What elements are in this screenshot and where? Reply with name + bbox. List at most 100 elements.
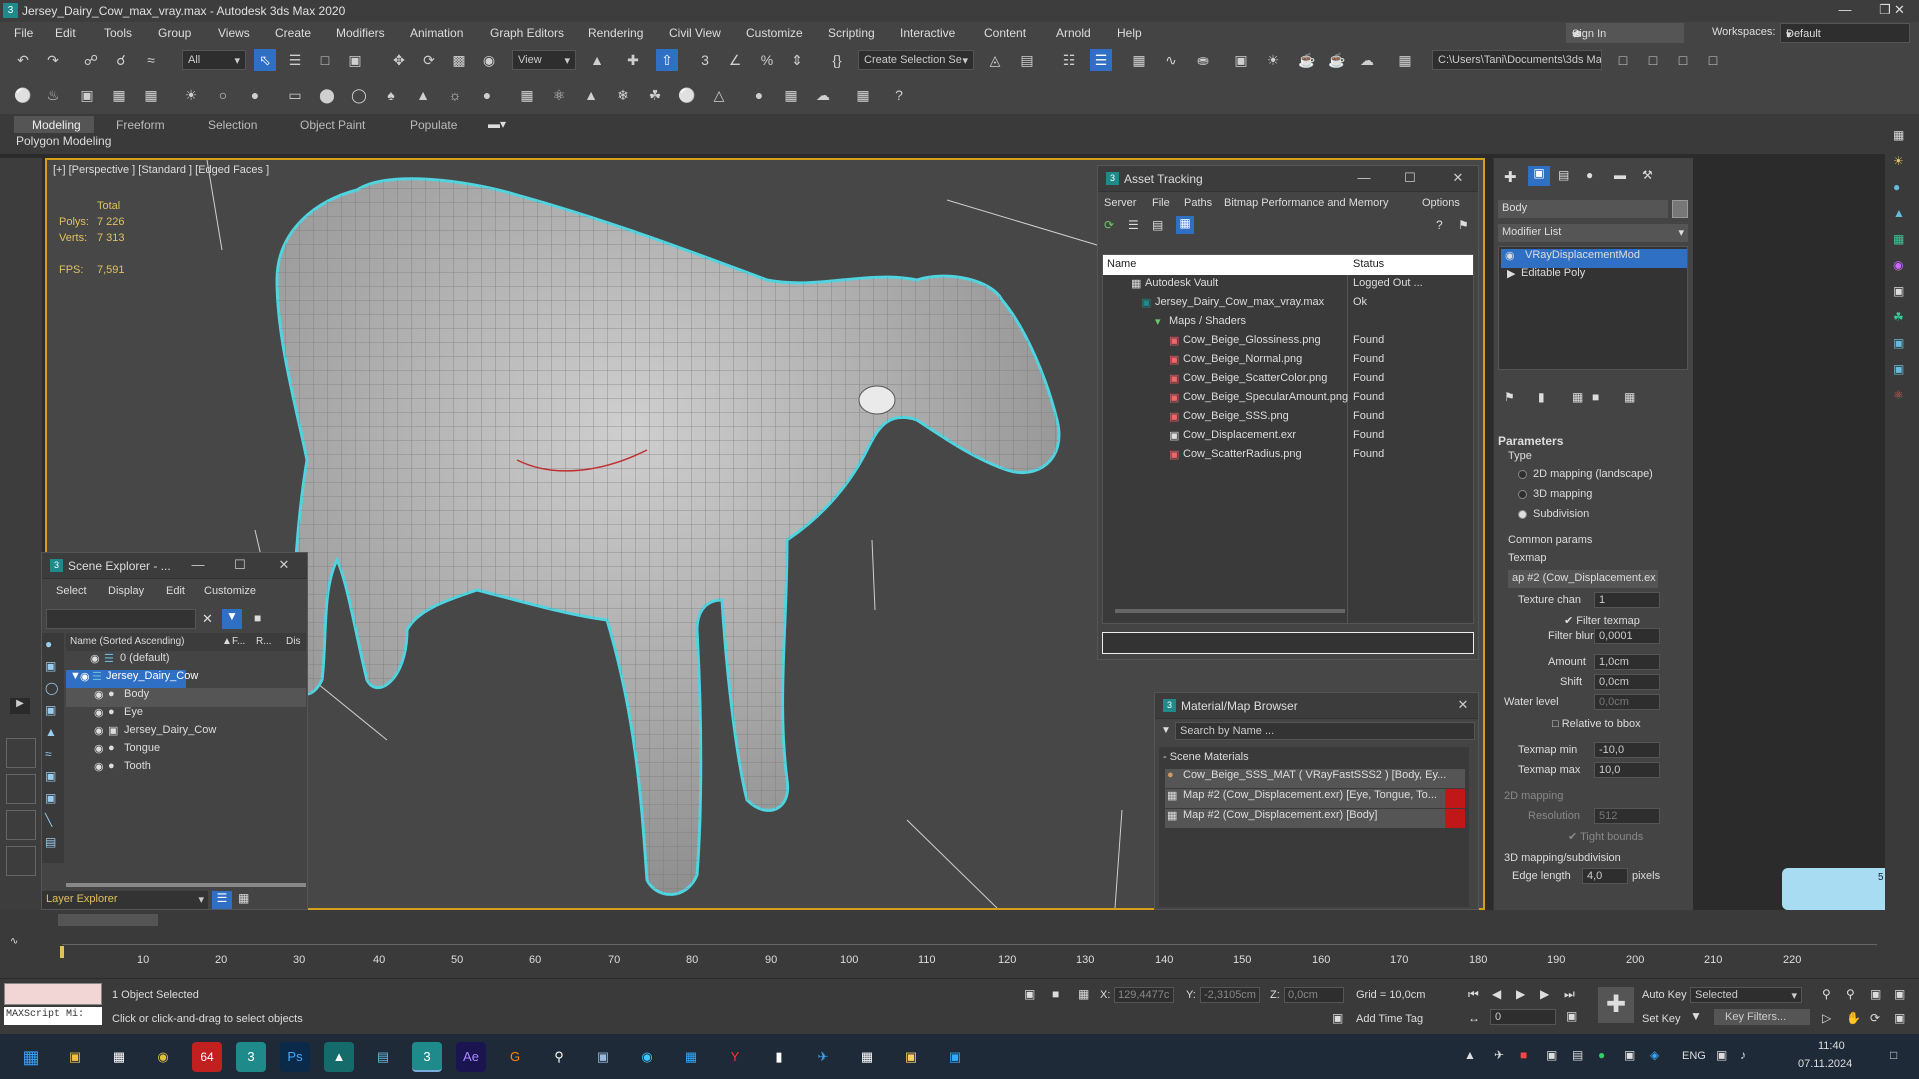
browser-options-icon[interactable]: ▼ bbox=[1161, 725, 1171, 736]
filter-blur-spinner[interactable]: 0,0001 bbox=[1594, 628, 1660, 644]
isolate-icon[interactable]: ▣ bbox=[1024, 987, 1035, 1001]
bug-icon[interactable]: ⚛ bbox=[1893, 388, 1904, 402]
timeline[interactable]: ∿ 10 20 30 40 50 60 70 80 90 100 110 120… bbox=[0, 910, 1919, 980]
asset-row[interactable]: ▣ Cow_Beige_Normal.png Found bbox=[1103, 353, 1473, 372]
texmap-max-spinner[interactable]: 10,0 bbox=[1594, 762, 1660, 778]
close-icon[interactable]: ✕ bbox=[1451, 697, 1475, 713]
ribbon-options-icon[interactable]: ▬▾ bbox=[488, 117, 506, 131]
toggle-ribbon-icon[interactable]: ☰ bbox=[1090, 49, 1112, 71]
refresh-icon[interactable]: ⟳ bbox=[1104, 218, 1114, 232]
language-indicator[interactable]: ENG bbox=[1682, 1050, 1706, 1062]
amount-spinner[interactable]: 1,0cm bbox=[1594, 654, 1660, 670]
scene-row[interactable]: ◉ ● Tongue bbox=[66, 742, 306, 761]
asset-row[interactable]: ▣ Cow_Beige_SSS.png Found bbox=[1103, 410, 1473, 429]
folder-icon[interactable]: ▣ bbox=[896, 1042, 926, 1072]
task-view-icon[interactable]: ▦ bbox=[104, 1042, 134, 1072]
asset-row[interactable]: ▣ Cow_Beige_Glossiness.png Found bbox=[1103, 334, 1473, 353]
layout-thumb-2[interactable] bbox=[6, 774, 36, 804]
resolution-spinner[interactable]: 512 bbox=[1594, 808, 1660, 824]
display-geometry-icon[interactable]: ● bbox=[45, 637, 52, 651]
parameters-title[interactable]: Parameters bbox=[1498, 434, 1563, 448]
type-subdivision-radio[interactable]: Subdivision bbox=[1518, 508, 1589, 520]
scene-row[interactable]: ◉ ● Tooth bbox=[66, 760, 306, 779]
display-bones-icon[interactable]: ╲ bbox=[45, 813, 52, 827]
edit-named-sets-icon[interactable]: {} bbox=[826, 49, 848, 71]
grid-icon[interactable]: ▦ bbox=[1893, 232, 1904, 246]
asset-row[interactable]: ▣ Cow_Beige_SpecularAmount.png Found bbox=[1103, 391, 1473, 410]
percent-snap-icon[interactable]: % bbox=[756, 49, 778, 71]
project-set-icon[interactable]: □ bbox=[1672, 49, 1694, 71]
asset-row[interactable]: ▣ Cow_Displacement.exr Found bbox=[1103, 429, 1473, 448]
current-frame-field[interactable]: 0 bbox=[1490, 1009, 1556, 1025]
col-name[interactable]: Name bbox=[1107, 258, 1136, 270]
col-renderable[interactable]: R... bbox=[256, 636, 272, 647]
bind-spacewarp-icon[interactable]: ≈ bbox=[140, 49, 162, 71]
after-effects-icon[interactable]: Ae bbox=[456, 1042, 486, 1072]
maximize-icon[interactable]: ☐ bbox=[1398, 170, 1422, 186]
menu-help[interactable]: Help bbox=[1117, 26, 1142, 40]
schematic-view-icon[interactable]: ∿ bbox=[1160, 49, 1182, 71]
scene-row[interactable]: ◉ ● Eye bbox=[66, 706, 306, 725]
search-app-icon[interactable]: ⚲ bbox=[544, 1042, 574, 1072]
display-tab-icon[interactable]: ▬ bbox=[1614, 168, 1626, 182]
asset-row[interactable]: ▾ Maps / Shaders bbox=[1103, 315, 1473, 334]
cloud-icon[interactable]: ☁ bbox=[812, 84, 834, 106]
render-cloud-icon[interactable]: ☁ bbox=[1356, 49, 1378, 71]
save-app-icon[interactable]: ▣ bbox=[588, 1042, 618, 1072]
next-frame-icon[interactable]: ▶ bbox=[1540, 987, 1549, 1001]
select-by-name-icon[interactable]: ☰ bbox=[284, 49, 306, 71]
scatter-icon[interactable]: ☘ bbox=[1893, 310, 1904, 324]
tab-freeform[interactable]: Freeform bbox=[116, 118, 165, 132]
named-selection-sets-dropdown[interactable]: Create Selection Se ▾ bbox=[858, 50, 974, 70]
set-key-button[interactable]: Set Key bbox=[1642, 1013, 1681, 1025]
filter-icon[interactable]: ▼ bbox=[222, 609, 242, 629]
sphere-icon[interactable]: ⬤ bbox=[316, 84, 338, 106]
display-spacewarps-icon[interactable]: ≈ bbox=[45, 747, 52, 761]
menu-animation[interactable]: Animation bbox=[410, 26, 463, 40]
undo-icon[interactable]: ↶ bbox=[12, 49, 34, 71]
scene-materials-group[interactable]: - Scene Materials bbox=[1163, 751, 1249, 763]
obj-icon[interactable]: △ bbox=[708, 84, 730, 106]
tab-selection[interactable]: Selection bbox=[208, 118, 257, 132]
polygon-modeling-label[interactable]: Polygon Modeling bbox=[16, 134, 111, 148]
help-icon[interactable]: ? bbox=[888, 84, 910, 106]
menu-display[interactable]: Display bbox=[108, 585, 144, 597]
asset-row[interactable]: ▣ Cow_Beige_ScatterColor.png Found bbox=[1103, 372, 1473, 391]
project-open-icon[interactable]: □ bbox=[1702, 49, 1724, 71]
lock-icon[interactable]: ■ bbox=[254, 611, 261, 625]
expand-layout-icon[interactable]: ▶ bbox=[10, 698, 30, 714]
menu-civil-view[interactable]: Civil View bbox=[669, 26, 721, 40]
texture-chan-spinner[interactable]: 1 bbox=[1594, 592, 1660, 608]
store-icon[interactable]: ▦ bbox=[676, 1042, 706, 1072]
mirror-icon[interactable]: ◬ bbox=[984, 49, 1006, 71]
sphere-icon[interactable]: ● bbox=[1893, 180, 1900, 194]
menu-edit[interactable]: Edit bbox=[166, 585, 185, 597]
menu-customize[interactable]: Customize bbox=[204, 585, 256, 597]
volume-icon[interactable]: ♪ bbox=[1740, 1048, 1746, 1062]
menu-customize[interactable]: Customize bbox=[746, 26, 803, 40]
asset-row[interactable]: ▣ Jersey_Dairy_Cow_max_vray.max Ok bbox=[1103, 296, 1473, 315]
curve-editor-icon[interactable]: ▦ bbox=[1128, 49, 1150, 71]
gpu-icon[interactable]: ▦ bbox=[140, 84, 162, 106]
layout-thumb-4[interactable] bbox=[6, 846, 36, 876]
list-view-icon[interactable]: ☰ bbox=[1128, 218, 1139, 232]
add-time-tag[interactable]: Add Time Tag bbox=[1356, 1013, 1423, 1025]
dome-icon[interactable]: ◯ bbox=[348, 84, 370, 106]
minimize-icon[interactable]: — bbox=[1352, 170, 1376, 185]
vray-icon[interactable]: ⚪ bbox=[12, 84, 34, 106]
layout-thumb-3[interactable] bbox=[6, 810, 36, 840]
teapot-icon[interactable]: ♨ bbox=[42, 84, 64, 106]
time-marker[interactable] bbox=[60, 946, 64, 958]
project-path-dropdown[interactable]: C:\Users\Tani\Documents\3ds Max 2020▾ bbox=[1432, 50, 1602, 70]
prev-frame-icon[interactable]: ◀ bbox=[1492, 987, 1501, 1001]
plane-icon[interactable]: ▲ bbox=[1893, 206, 1905, 220]
x-coordinate-field[interactable]: 129,4477c bbox=[1114, 987, 1174, 1003]
menu-modifiers[interactable]: Modifiers bbox=[336, 26, 385, 40]
menu-file[interactable]: File bbox=[14, 26, 33, 40]
auto-key-button[interactable]: Auto Key bbox=[1642, 989, 1687, 1001]
texmap-button[interactable]: ap #2 (Cow_Displacement.ex bbox=[1508, 570, 1658, 588]
menu-views[interactable]: Views bbox=[218, 26, 250, 40]
menu-edit[interactable]: Edit bbox=[55, 26, 76, 40]
set-key-plus-icon[interactable]: ✚ bbox=[1598, 987, 1634, 1023]
menu-rendering[interactable]: Rendering bbox=[588, 26, 643, 40]
